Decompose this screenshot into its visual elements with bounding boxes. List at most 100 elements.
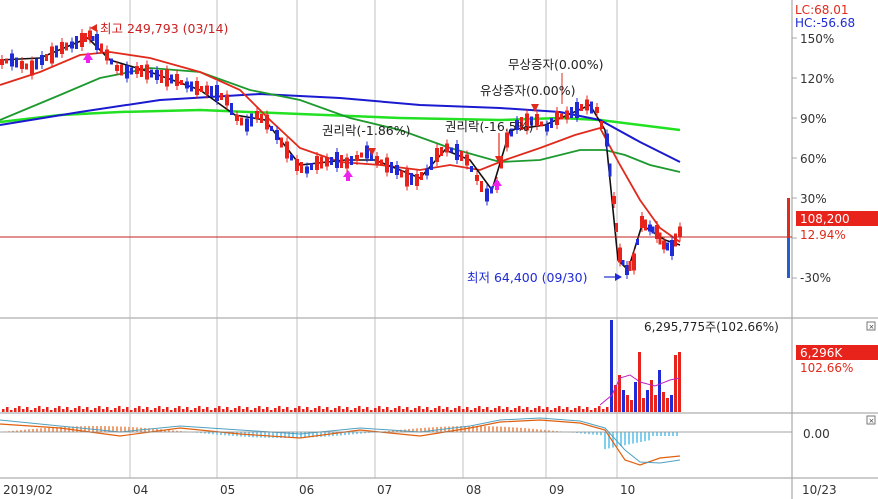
- volume-bar: [414, 408, 417, 412]
- candle-body: [95, 34, 99, 50]
- volume-bar: [442, 409, 445, 412]
- candle-body: [5, 58, 8, 64]
- volume-bar: [518, 406, 521, 412]
- volume-bar: [206, 407, 209, 412]
- candle-body: [632, 253, 636, 271]
- candle-body: [230, 103, 233, 115]
- candle-body: [380, 159, 383, 166]
- candle-body: [145, 64, 149, 80]
- volume-bar: [342, 409, 345, 412]
- volume-tag-value: 6,296K: [800, 346, 843, 360]
- candle-body: [605, 133, 609, 147]
- volume-bar: [550, 410, 553, 412]
- macd-bar: [528, 428, 530, 432]
- candle-body: [575, 102, 579, 118]
- macd-bar: [668, 432, 670, 436]
- macd-bar: [268, 432, 270, 438]
- candle-body: [618, 247, 622, 263]
- candle-body: [20, 61, 24, 69]
- candle-body: [245, 118, 249, 132]
- macd-bar: [596, 432, 598, 435]
- macd-bar: [120, 426, 122, 432]
- volume-bar: [46, 407, 49, 412]
- volume-bar: [294, 408, 297, 412]
- candle-body: [600, 121, 603, 129]
- volume-bar: [434, 408, 437, 412]
- volume-bar: [542, 409, 545, 412]
- volume-bar: [466, 407, 469, 412]
- macd-bar: [600, 432, 602, 436]
- candle-body: [395, 165, 399, 175]
- candle-body: [555, 111, 559, 125]
- volume-bar: [658, 370, 661, 412]
- volume-bar: [162, 409, 165, 412]
- volume-bar: [386, 407, 389, 412]
- candle-body: [285, 141, 289, 159]
- volume-bar: [318, 406, 321, 412]
- candle-body: [290, 154, 293, 161]
- volume-bar: [302, 409, 305, 412]
- volume-bar: [346, 407, 349, 412]
- candle-body: [170, 74, 173, 84]
- volume-bar: [326, 407, 329, 412]
- volume-bar: [54, 408, 57, 412]
- candle-body: [644, 219, 647, 231]
- macd-bar: [624, 432, 626, 446]
- volume-bar: [498, 406, 501, 412]
- volume-bar: [258, 406, 261, 412]
- date-label-jun: 06: [299, 483, 314, 497]
- macd-bar: [512, 427, 514, 432]
- candle-body: [666, 242, 669, 251]
- volume-bar: [394, 408, 397, 412]
- candle-body: [88, 30, 92, 40]
- volume-bar: [358, 406, 361, 412]
- candle-body: [40, 55, 44, 65]
- volume-bar: [482, 409, 485, 412]
- volume-bar: [42, 409, 45, 412]
- volume-bar: [418, 406, 421, 412]
- volume-bar: [266, 407, 269, 412]
- volume-bar: [126, 407, 129, 412]
- range-bar-up: [787, 198, 790, 238]
- candle-body: [674, 233, 677, 247]
- candle-body: [425, 168, 429, 176]
- candle-body: [330, 157, 333, 165]
- volume-bar: [678, 352, 681, 412]
- stock-chart[interactable]: 최고 249,793 (03/14) 최저 64,400 (09/30) 무상증…: [0, 0, 878, 499]
- candle-body: [190, 81, 193, 92]
- volume-bar: [478, 406, 481, 412]
- candle-body: [415, 174, 419, 186]
- volume-bar: [254, 408, 257, 412]
- volume-bar: [170, 410, 173, 412]
- macd-bar: [524, 428, 526, 432]
- macd-bar: [616, 432, 618, 447]
- candle-body: [315, 156, 319, 170]
- pct-label-90: 90%: [800, 112, 827, 126]
- candle-body: [205, 85, 209, 95]
- macd-bar: [44, 427, 46, 432]
- candle-body: [70, 41, 74, 49]
- volume-bar: [178, 406, 181, 412]
- volume-bar: [198, 406, 201, 412]
- volume-bar: [34, 408, 37, 412]
- volume-bar: [462, 409, 465, 412]
- volume-bar: [190, 410, 193, 412]
- date-label-apr: 04: [133, 483, 148, 497]
- volume-bar: [274, 408, 277, 412]
- candle-body: [80, 33, 84, 47]
- pct-label-30: 30%: [800, 192, 827, 206]
- volume-bar: [474, 408, 477, 412]
- candle-body: [540, 121, 543, 127]
- volume-bar: [138, 406, 141, 412]
- volume-bar: [278, 406, 281, 412]
- macd-bar: [648, 432, 650, 441]
- volume-bar: [554, 408, 557, 412]
- macd-bar: [612, 432, 614, 448]
- ex-right-label-1: 권리락(-1.86%): [322, 123, 410, 138]
- candle-body: [105, 49, 109, 61]
- candle-body: [535, 114, 539, 126]
- volume-bar: [594, 408, 597, 412]
- candle-body: [180, 80, 183, 85]
- volume-bar: [242, 409, 245, 412]
- volume-bar: [486, 407, 489, 412]
